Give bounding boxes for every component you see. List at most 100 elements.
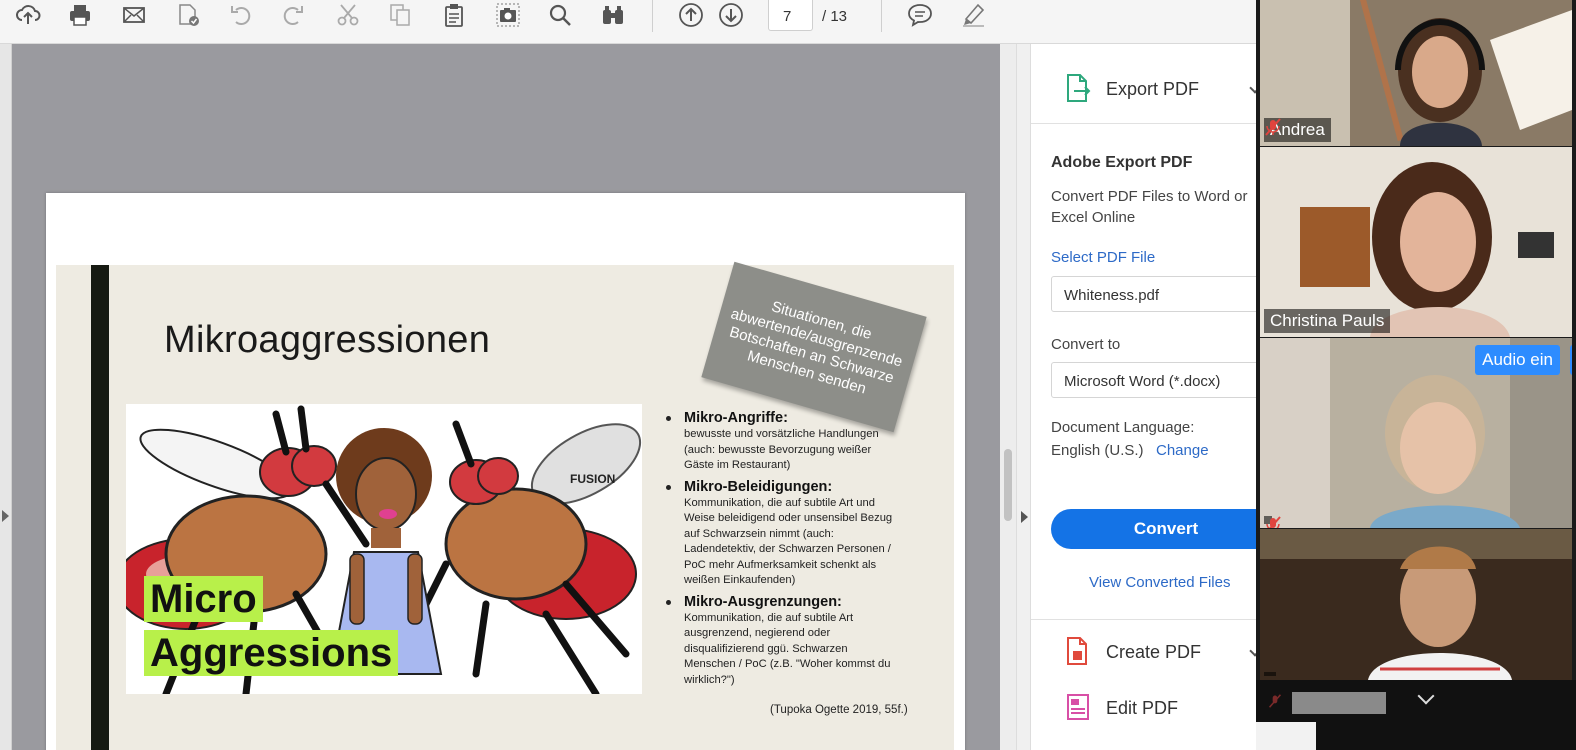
participant-name: Christina Pauls [1270, 311, 1385, 330]
active-speaker-video-tile[interactable]: Christina Pauls [1260, 147, 1572, 337]
slide-accent-bar [91, 265, 109, 750]
undo-icon[interactable] [222, 0, 258, 30]
bullet-text-line: Kommunikation, die auf subtile Art und [684, 496, 875, 509]
highlight-pen-icon[interactable] [955, 0, 991, 30]
spell-check-icon[interactable] [170, 0, 206, 30]
bullet-text-line: ausgrenzend, negierend oder [684, 627, 831, 639]
next-page-icon[interactable] [713, 0, 749, 30]
convert-button[interactable]: Convert [1051, 509, 1281, 549]
create-pdf-tool[interactable]: Create PDF [1106, 642, 1201, 663]
comment-icon[interactable] [902, 0, 938, 30]
tools-pane: Export PDF Adobe Export PDF Convert PDF … [1031, 44, 1281, 750]
print-icon[interactable] [62, 0, 98, 30]
slide: Mikroaggressionen Situationen, die abwer… [56, 261, 954, 750]
slide-title: Mikroaggressionen [164, 319, 491, 361]
bullet-item: Mikro-Beleidigungen: Kommunikation, die … [664, 478, 924, 589]
bullet-heading: Mikro-Angriffe: [684, 410, 788, 426]
scrollbar-thumb[interactable] [1004, 449, 1012, 521]
find-binoculars-icon[interactable] [595, 0, 631, 30]
bullet-text-line: weißen Einkaufenden) [684, 574, 796, 586]
bullet-text-line: Menschen / PoC (z.B. "Woher kommst du [684, 658, 891, 670]
previous-page-icon[interactable] [673, 0, 709, 30]
view-converted-files-link[interactable]: View Converted Files [1089, 574, 1230, 591]
bullet-text-line: auf Schwarzsein nimmt (auch: [684, 527, 834, 540]
aggressions-label: Aggressions [144, 630, 399, 676]
participant-name-tag [1264, 516, 1281, 528]
participant-name-tag [1264, 672, 1276, 676]
audio-options-button[interactable] [1570, 345, 1572, 375]
search-icon[interactable] [542, 0, 578, 30]
page-total: / 13 [822, 8, 848, 25]
background-strip-dark [1316, 722, 1576, 750]
bullet-text-line: wirklich?") [684, 673, 735, 686]
collapse-right-pane-icon[interactable] [1021, 511, 1028, 523]
export-pdf-header[interactable]: Export PDF [1031, 44, 1261, 124]
muted-mic-icon [1266, 516, 1281, 528]
participant-name-tag: Andrea [1264, 118, 1331, 142]
document-scrollbar[interactable] [1000, 44, 1016, 750]
export-pdf-icon [1067, 74, 1091, 102]
snapshot-icon[interactable] [490, 0, 526, 30]
page-number-input[interactable]: 7 [768, 0, 813, 31]
select-pdf-file-link[interactable]: Select PDF File [1051, 249, 1155, 266]
email-icon[interactable] [116, 0, 152, 30]
bullet-list: Mikro-Angriffe: bewusste und vorsätzlich… [664, 409, 924, 692]
micro-aggressions-illustration: FUSION Micro Aggressions [126, 404, 642, 694]
bullet-text-line: bewusste und vorsätzliche Handlungen [684, 428, 879, 440]
video-panel-footer [1256, 680, 1576, 722]
bullet-text-line: Weise beleidigend oder unsensibel Bezug [684, 512, 893, 524]
redo-icon[interactable] [276, 0, 312, 30]
expand-left-pane-icon[interactable] [2, 510, 9, 522]
selected-file-field[interactable]: Whiteness.pdf [1051, 276, 1266, 312]
cut-icon[interactable] [330, 0, 366, 30]
export-pdf-label: Export PDF [1106, 79, 1200, 99]
bullet-text-line: Ladendetektiv, der Schwarzen Personen / [684, 543, 891, 555]
toolbar-separator [881, 0, 882, 32]
fusion-logo-text: FUSION [570, 472, 616, 486]
bullet-heading: Mikro-Ausgrenzungen: [684, 593, 842, 610]
audio-on-button[interactable]: Audio ein [1475, 345, 1560, 375]
video-call-panel: Andrea Christina Pauls Audio ein [1256, 0, 1576, 722]
toolbar-separator [652, 0, 653, 32]
edit-pdf-tool[interactable]: Edit PDF [1106, 698, 1178, 719]
pdf-page: Mikroaggressionen Situationen, die abwer… [46, 193, 965, 750]
right-pane-toggle[interactable] [1016, 44, 1031, 750]
sticky-note: Situationen, die abwertende/ausgrenzende… [701, 261, 927, 433]
bullet-text-line: (auch: bewusste Bevorzugung weißer [684, 443, 872, 456]
participant-video-tile[interactable] [1260, 529, 1572, 680]
muted-mic-icon [1265, 118, 1281, 136]
bullet-text-line: PoC mehr Aufmerksamkeit schenkt als [684, 558, 877, 571]
export-description: Convert PDF Files to Word or Excel Onlin… [1051, 188, 1248, 226]
document-language-label: Document Language: [1051, 419, 1195, 436]
toolbar: 7 / 13 [0, 0, 1256, 44]
participant-video-tile[interactable]: Andrea [1260, 0, 1572, 146]
convert-to-label: Convert to [1051, 336, 1121, 353]
bullet-text-line: Kommunikation, die auf subtile Art [684, 611, 854, 624]
bullet-item: Mikro-Angriffe: bewusste und vorsätzlich… [664, 409, 924, 474]
participant-video-tile[interactable]: Audio ein [1260, 338, 1572, 528]
edit-pdf-icon [1067, 694, 1089, 720]
bullet-text-line: Gäste im Restaurant) [684, 459, 791, 471]
convert-format-select[interactable]: Microsoft Word (*.docx) [1051, 362, 1266, 398]
create-pdf-icon [1067, 637, 1087, 665]
chevron-down-icon[interactable] [1417, 687, 1435, 705]
copy-icon[interactable] [382, 0, 418, 30]
cloud-upload-icon[interactable] [10, 0, 46, 30]
sticky-note-text: Situationen, die abwertende/ausgrenzende… [727, 298, 905, 398]
bullet-item: Mikro-Ausgrenzungen: Kommunikation, die … [664, 593, 924, 689]
divider [1031, 619, 1256, 620]
citation: (Tupoka Ogette 2019, 55f.) [770, 704, 908, 716]
micro-label: Micro [144, 576, 263, 622]
bullet-text-line: disqualifizierend ggü. Schwarzen [684, 642, 848, 655]
document-language-value: English (U.S.) [1051, 442, 1144, 459]
clipboard-icon[interactable] [436, 0, 472, 30]
left-navigation-pane[interactable] [0, 44, 12, 750]
bullet-heading: Mikro-Beleidigungen: [684, 478, 833, 495]
change-language-link[interactable]: Change [1156, 442, 1209, 459]
self-view-thumbnail[interactable] [1292, 692, 1386, 714]
screen: 7 / 13 Mikroaggressionen Situationen, di… [0, 0, 1576, 750]
muted-mic-icon [1268, 694, 1282, 708]
participant-name-tag: Christina Pauls [1264, 309, 1391, 333]
adobe-export-heading: Adobe Export PDF [1051, 154, 1193, 171]
participant-video [1260, 529, 1572, 680]
